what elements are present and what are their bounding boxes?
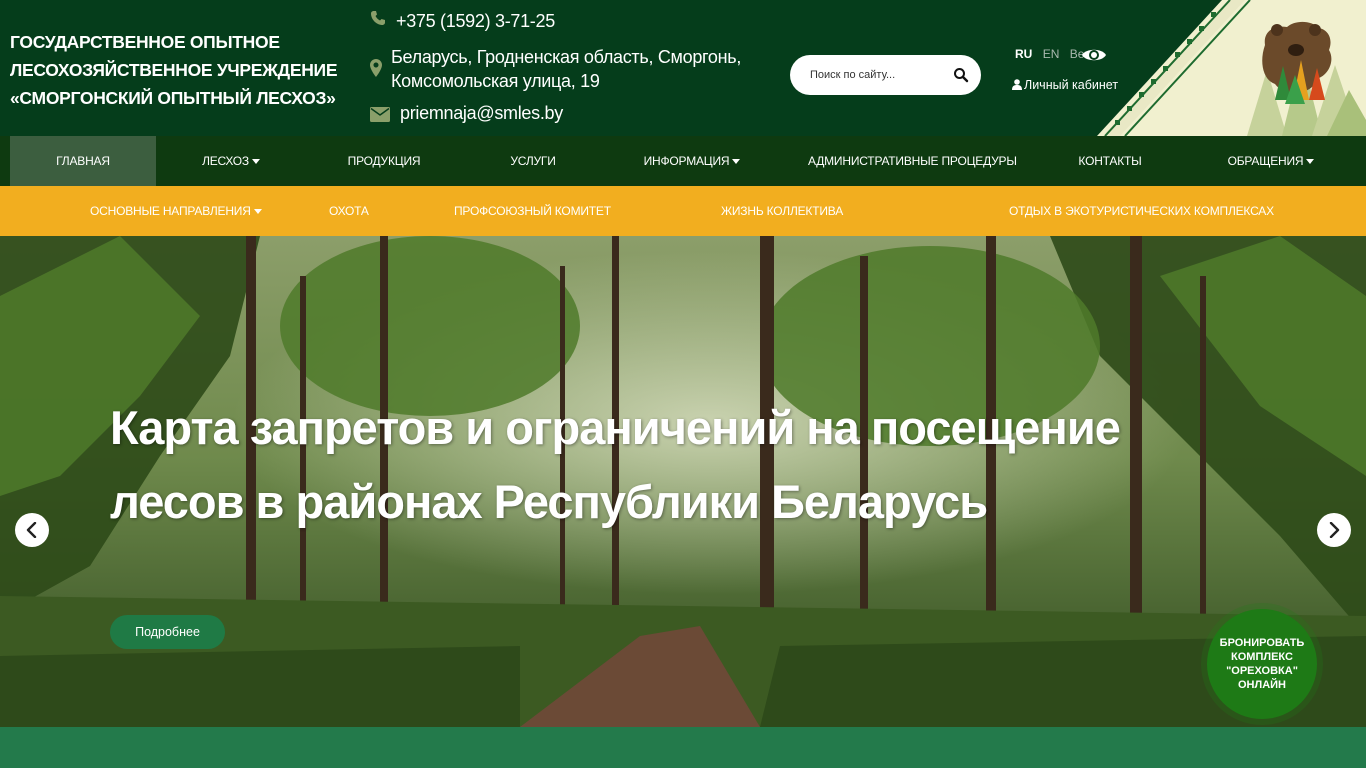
booking-button[interactable]: БРОНИРОВАТЬ КОМПЛЕКС "ОРЕХОВКА" ОНЛАЙН — [1207, 609, 1317, 719]
nav-admin-label: АДМИНИСТРАТИВНЫЕ ПРОЦЕДУРЫ — [808, 154, 1017, 168]
secondary-navigation: ОСНОВНЫЕ НАПРАВЛЕНИЯ ОХОТА ПРОФСОЮЗНЫЙ К… — [0, 186, 1366, 236]
nav-item-leshoz[interactable]: ЛЕСХОЗ — [196, 136, 266, 186]
caret-down-icon — [253, 209, 262, 214]
address-line-1: Беларусь, Гродненская область, Сморгонь, — [391, 47, 742, 67]
address-text: Беларусь, Гродненская область, Сморгонь,… — [391, 45, 751, 93]
nav2-item-main-directions[interactable]: ОСНОВНЫЕ НАПРАВЛЕНИЯ — [90, 186, 262, 236]
nav-home-label: ГЛАВНАЯ — [56, 154, 110, 168]
phone-text: +375 (1592) 3-71-25 — [396, 11, 555, 31]
email-text: priemnaja@smles.by — [400, 103, 563, 123]
nav-item-information[interactable]: ИНФОРМАЦИЯ — [642, 136, 742, 186]
phone-icon — [371, 11, 385, 25]
hero-title-line-2: лесов в районах Республики Беларусь — [110, 475, 988, 528]
nav-item-contacts[interactable]: КОНТАКТЫ — [1070, 136, 1150, 186]
lang-en[interactable]: EN — [1043, 47, 1060, 61]
main-navigation: ГЛАВНАЯ ЛЕСХОЗ ПРОДУКЦИЯ УСЛУГИ ИНФОРМАЦ… — [0, 136, 1366, 186]
content-section-top — [0, 727, 1366, 768]
caret-down-icon — [1306, 159, 1315, 164]
hero-title[interactable]: Карта запретов и ограничений на посещени… — [110, 391, 1121, 539]
nav2-item-team-life[interactable]: ЖИЗНЬ КОЛЛЕКТИВА — [721, 186, 843, 236]
nav2-item-trade-union[interactable]: ПРОФСОЮЗНЫЙ КОМИТЕТ — [454, 186, 611, 236]
nav2-team-life-label: ЖИЗНЬ КОЛЛЕКТИВА — [721, 204, 843, 218]
nav-item-services[interactable]: УСЛУГИ — [503, 136, 563, 186]
more-button[interactable]: Подробнее — [110, 615, 225, 649]
nav2-trade-union-label: ПРОФСОЮЗНЫЙ КОМИТЕТ — [454, 204, 611, 218]
nav-item-admin-procedures[interactable]: АДМИНИСТРАТИВНЫЕ ПРОЦЕДУРЫ — [808, 136, 1017, 186]
slider-next-button[interactable] — [1317, 513, 1351, 547]
site-header: ГОСУДАРСТВЕННОЕ ОПЫТНОЕ ЛЕСОХОЗЯЙСТВЕННО… — [0, 0, 1366, 136]
hero-title-line-1: Карта запретов и ограничений на посещени… — [110, 401, 1121, 454]
nav-appeals-label: ОБРАЩЕНИЯ — [1227, 154, 1304, 168]
organization-title[interactable]: ГОСУДАРСТВЕННОЕ ОПЫТНОЕ ЛЕСОХОЗЯЙСТВЕННО… — [10, 28, 340, 112]
caret-down-icon — [732, 159, 741, 164]
search-box — [790, 55, 981, 95]
nav-information-label: ИНФОРМАЦИЯ — [643, 154, 730, 168]
nav-services-label: УСЛУГИ — [510, 154, 556, 168]
booking-label: БРОНИРОВАТЬ КОМПЛЕКС "ОРЕХОВКА" ОНЛАЙН — [1219, 637, 1305, 691]
nav2-main-directions-label: ОСНОВНЫЕ НАПРАВЛЕНИЯ — [90, 204, 251, 218]
nav2-item-hunting[interactable]: ОХОТА — [329, 186, 369, 236]
search-icon[interactable] — [953, 67, 969, 83]
address-line-2: Комсомольская улица, 19 — [391, 71, 600, 91]
nav-contacts-label: КОНТАКТЫ — [1078, 154, 1142, 168]
user-icon — [1012, 79, 1022, 90]
nav2-hunting-label: ОХОТА — [329, 204, 369, 218]
map-marker-icon — [370, 59, 382, 77]
emblem-bear-logo[interactable] — [1097, 0, 1366, 136]
chevron-right-icon — [1329, 522, 1340, 538]
nav2-eco-tourism-label: ОТДЫХ В ЭКОТУРИСТИЧЕСКИХ КОМПЛЕКСАХ — [1009, 204, 1274, 218]
caret-down-icon — [251, 159, 260, 164]
org-title-line-3: «СМОРГОНСКИЙ ОПЫТНЫЙ ЛЕСХОЗ» — [10, 88, 336, 108]
nav-item-home[interactable]: ГЛАВНАЯ — [10, 136, 156, 186]
language-switcher: RU EN Be — [1015, 47, 1091, 61]
org-title-line-1: ГОСУДАРСТВЕННОЕ ОПЫТНОЕ — [10, 32, 280, 52]
lang-ru[interactable]: RU — [1015, 47, 1032, 61]
nav2-item-eco-tourism[interactable]: ОТДЫХ В ЭКОТУРИСТИЧЕСКИХ КОМПЛЕКСАХ — [1009, 186, 1274, 236]
org-title-line-2: ЛЕСОХОЗЯЙСТВЕННОЕ УЧРЕЖДЕНИЕ — [10, 60, 338, 80]
nav-item-products[interactable]: ПРОДУКЦИЯ — [343, 136, 425, 186]
chevron-left-icon — [26, 522, 37, 538]
envelope-icon — [370, 107, 390, 122]
nav-products-label: ПРОДУКЦИЯ — [347, 154, 421, 168]
hero-slider: Карта запретов и ограничений на посещени… — [0, 236, 1366, 727]
slider-prev-button[interactable] — [15, 513, 49, 547]
nav-leshoz-label: ЛЕСХОЗ — [202, 154, 249, 168]
nav-item-appeals[interactable]: ОБРАЩЕНИЯ — [1222, 136, 1320, 186]
search-input[interactable] — [810, 65, 940, 85]
